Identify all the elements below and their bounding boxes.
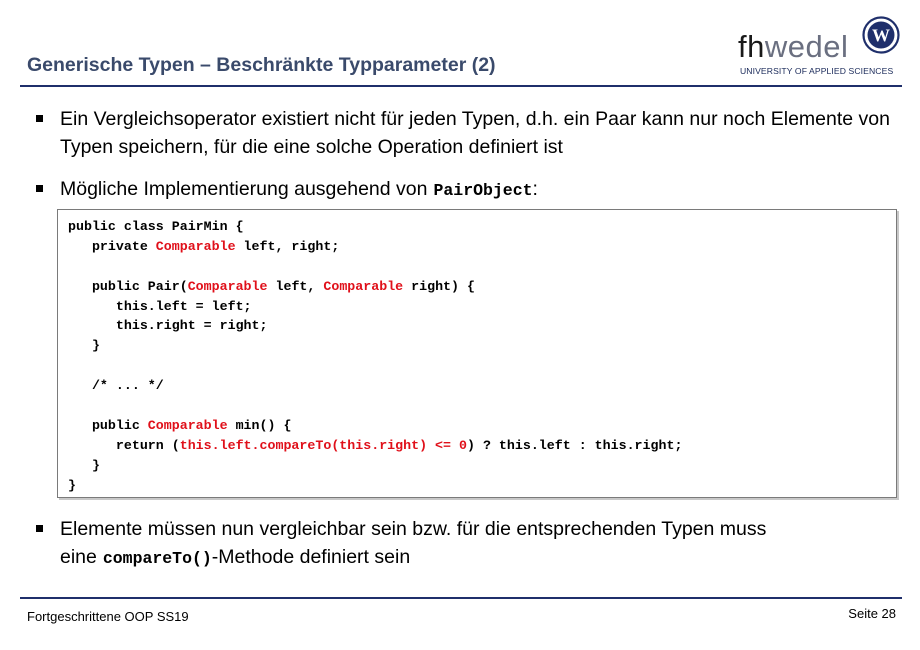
code-line: public class PairMin { (68, 217, 682, 237)
bullet-text: Ein Vergleichsoperator existiert nicht f… (60, 108, 890, 158)
inline-code: compareTo() (102, 549, 212, 568)
code-token: return ( (68, 437, 180, 453)
fh-wedel-logo: fhwedel W UNIVERSITY OF APPLIED SCIENCES (738, 14, 902, 80)
bullet-square-icon (36, 185, 43, 192)
title-divider (20, 85, 902, 87)
code-token: public Pair( (68, 278, 188, 294)
fh-wedel-emblem-icon: W (862, 16, 900, 54)
emblem-letter: W (872, 26, 890, 46)
code-token: ) ? this.left : this.right; (466, 437, 683, 453)
footer-course: Fortgeschrittene OOP SS19 (27, 609, 189, 624)
code-token: private (68, 238, 156, 254)
code-highlight: Comparable (187, 278, 268, 294)
bullet-text: Mögliche Implementierung ausgehend von Pa… (60, 175, 890, 205)
logo-subtitle: UNIVERSITY OF APPLIED SCIENCES (740, 66, 894, 76)
logo-wedel: wedel (764, 29, 849, 64)
code-token: } (68, 477, 76, 493)
code-token: public (68, 417, 148, 433)
footer-divider (20, 597, 902, 599)
code-token: this.left = left; (68, 298, 252, 314)
code-token: this.right = right; (68, 318, 268, 334)
code-highlight: this.left.compareTo(this.right) <= 0 (179, 437, 467, 453)
code-line: } (68, 476, 682, 496)
code-block: public class PairMin { private Comparabl… (57, 209, 897, 498)
code-highlight: Comparable (147, 417, 228, 433)
code-line: this.left = left; (68, 297, 682, 317)
code-listing: public class PairMin { private Comparabl… (68, 217, 682, 495)
code-token: left, right; (235, 238, 340, 254)
bullet-text-part: -Methode definiert sein (211, 546, 411, 568)
code-line: private Comparable left, right; (68, 237, 682, 257)
code-token: left, (267, 278, 324, 294)
bullet-square-icon (36, 115, 43, 122)
code-highlight: Comparable (155, 238, 236, 254)
logo-fh: fh (738, 29, 765, 64)
code-token: min() { (227, 417, 292, 433)
code-line: return (this.left.compareTo(this.right) … (68, 436, 683, 456)
bullet-text: Elemente müssen nun vergleichbar sein bz… (60, 515, 890, 573)
code-token: } (68, 457, 100, 473)
code-line: this.right = right; (68, 316, 682, 336)
code-token: right) { (403, 278, 475, 294)
code-highlight: Comparable (323, 278, 404, 294)
code-line: } (68, 336, 682, 356)
footer-page-number: Seite 28 (848, 606, 896, 621)
code-line: public Pair(Comparable left, Comparable … (68, 277, 682, 297)
code-token: /* ... */ (68, 378, 164, 394)
code-token: } (68, 338, 100, 354)
code-line: /* ... */ (68, 376, 682, 396)
slide-title: Generische Typen – Beschränkte Typparame… (27, 54, 496, 76)
bullet-square-icon (36, 525, 43, 532)
bullet-text-suffix: : (532, 178, 538, 200)
inline-code: PairObject (433, 181, 533, 200)
logo-wordmark: fhwedel (738, 30, 848, 64)
code-line: public Comparable min() { (68, 416, 682, 436)
code-line: } (68, 456, 682, 476)
code-token: public class PairMin { (68, 219, 244, 234)
bullet-text-part: Mögliche Implementierung ausgehend von (60, 178, 428, 200)
